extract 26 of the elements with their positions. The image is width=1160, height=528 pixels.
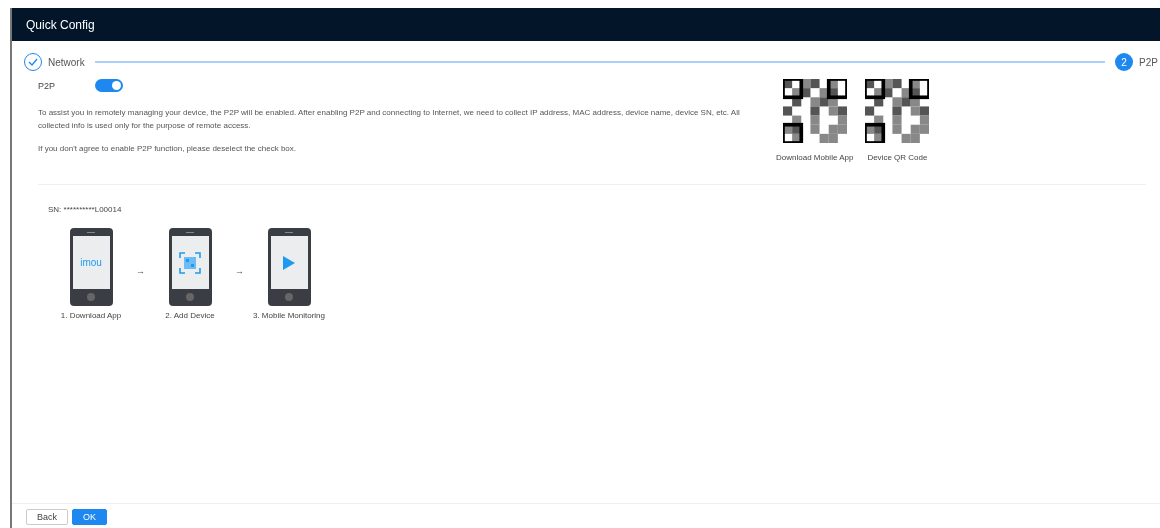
home-button-icon bbox=[285, 293, 293, 301]
play-icon bbox=[283, 255, 295, 270]
step-caption: 2. Add Device bbox=[165, 311, 215, 320]
home-button-icon bbox=[87, 293, 95, 301]
arrow-icon: → bbox=[235, 266, 244, 276]
qr-caption: Device QR Code bbox=[867, 153, 928, 162]
privacy-notice: To assist you in remotely managing your device, the P2P will be enabled. After enabling P2P and connecting to Internet, we need to collect IP address, MAC address, device name, device SN, etc. All collected info is used only for the purpose of remote access. bbox=[38, 107, 741, 132]
qr-code bbox=[782, 79, 847, 143]
qr-caption: Download Mobile App bbox=[776, 153, 854, 162]
p2p-toggle[interactable] bbox=[95, 79, 123, 92]
step-label: Network bbox=[48, 56, 85, 68]
step-caption: 1. Download App bbox=[60, 311, 122, 320]
p2p-label: P2P bbox=[38, 80, 55, 91]
serial-number: SN: **********L00014 bbox=[48, 205, 123, 214]
arrow-icon: → bbox=[136, 266, 145, 276]
back-button[interactable]: Back bbox=[26, 509, 68, 525]
step-label: P2P bbox=[1139, 56, 1158, 68]
ok-button[interactable]: OK bbox=[72, 509, 108, 525]
app-logo: imou bbox=[80, 257, 102, 268]
qr-code bbox=[865, 79, 930, 143]
step-caption: 3. Mobile Monitoring bbox=[252, 311, 325, 320]
step-number: 2 bbox=[1115, 53, 1134, 71]
deselect-hint: If you don't agree to enable P2P function, please deselect the check box. bbox=[38, 143, 297, 155]
home-button-icon bbox=[186, 293, 194, 301]
window-title: Quick Config bbox=[26, 17, 95, 32]
qr-scan-icon bbox=[179, 251, 201, 274]
